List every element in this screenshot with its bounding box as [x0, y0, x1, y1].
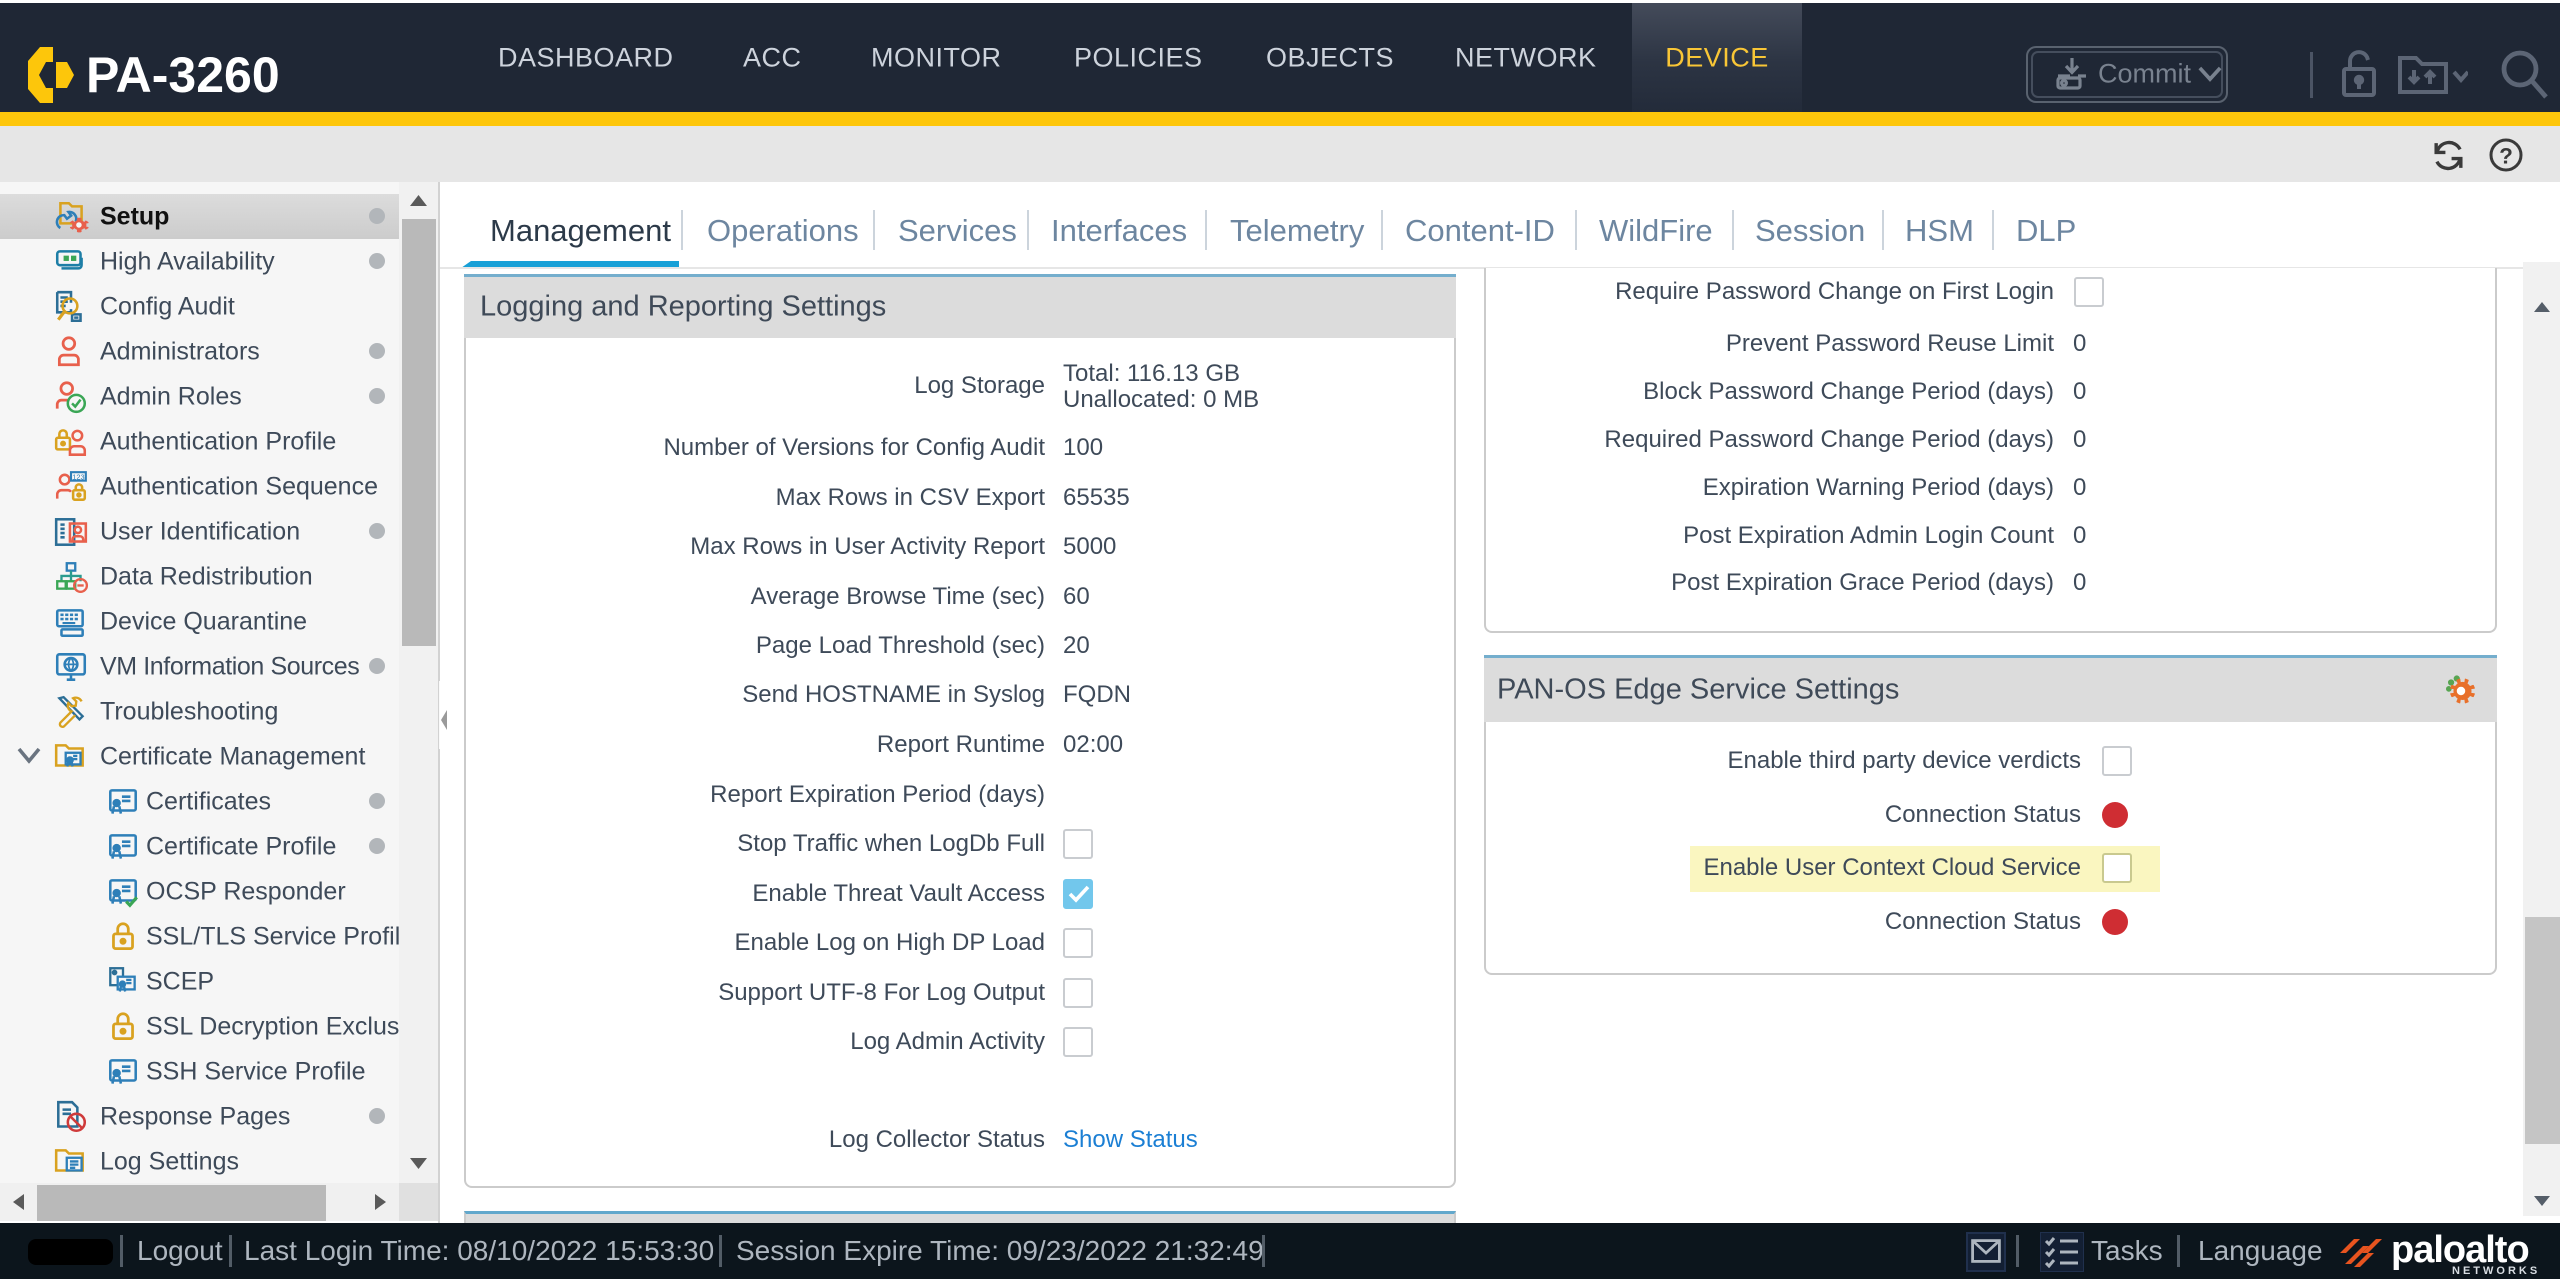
svg-text:123: 123: [72, 472, 84, 481]
svg-text:?: ?: [2499, 143, 2513, 168]
